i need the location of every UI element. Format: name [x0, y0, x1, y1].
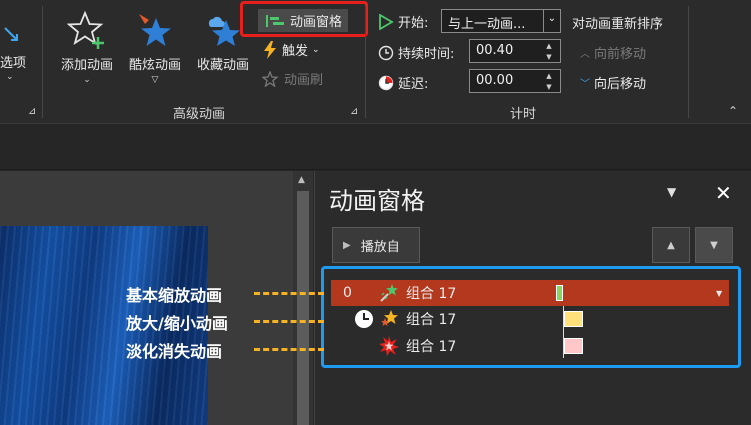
- delay-value: 00.00: [476, 73, 514, 88]
- star-brush-icon: [262, 70, 279, 87]
- triangle-up-icon: ▲: [667, 239, 675, 251]
- move-earlier-button[interactable]: ︿ 向前移动: [580, 43, 646, 62]
- timing-bar[interactable]: [556, 285, 563, 301]
- after-previous-clock-icon: [355, 310, 373, 328]
- cool-animation-label: 酷炫动画: [128, 58, 181, 73]
- dialog-launcher-icon[interactable]: ⊿: [350, 106, 358, 117]
- play-from-label: 播放自: [360, 239, 400, 255]
- animation-item[interactable]: 组合 17: [331, 333, 729, 359]
- star-plus-icon: [66, 10, 104, 49]
- timing-bar[interactable]: [564, 311, 583, 327]
- move-down-button[interactable]: ▼: [695, 227, 733, 263]
- annotation-line: [254, 320, 324, 323]
- add-animation-button[interactable]: 添加动画 ⌄: [52, 10, 122, 85]
- effect-options-label: 选项: [0, 56, 27, 71]
- delay-label: 延迟:: [398, 77, 429, 92]
- grow-shrink-effect-icon: [381, 310, 398, 326]
- item-name: 组合 17: [406, 312, 457, 328]
- animation-painter-label: 动画刷: [284, 73, 324, 88]
- animation-item[interactable]: 组合 17: [331, 306, 729, 332]
- item-dropdown-icon[interactable]: ▼: [716, 289, 722, 298]
- group-separator: [42, 6, 43, 118]
- chevron-down-icon: ⌄: [6, 72, 14, 82]
- annotation-line: [254, 348, 324, 351]
- start-label-row: 开始:: [378, 12, 428, 31]
- pane-title: 动画窗格: [329, 187, 425, 215]
- spin-up-icon[interactable]: ▲: [546, 72, 551, 80]
- chevron-down-icon: ﹀: [580, 79, 590, 90]
- start-select-value: 与上一动画...: [448, 17, 526, 32]
- star-cloud-icon: [208, 16, 240, 46]
- scrollbar-thumb[interactable]: [297, 191, 309, 425]
- chevron-down-icon: ▽: [151, 75, 159, 85]
- start-select[interactable]: 与上一动画...: [441, 9, 544, 33]
- animation-pane-highlight: [240, 1, 368, 37]
- add-animation-label: 添加动画: [60, 58, 113, 73]
- lightning-icon: [264, 40, 276, 59]
- vertical-scrollbar[interactable]: ▲: [293, 171, 313, 425]
- duration-label: 持续时间:: [398, 47, 455, 62]
- item-index: 0: [343, 285, 352, 301]
- duration-spinner[interactable]: ▲ ▼: [540, 40, 558, 62]
- group-separator: [365, 6, 366, 118]
- move-earlier-label: 向前移动: [594, 47, 647, 62]
- spin-up-icon[interactable]: ▲: [546, 42, 551, 50]
- start-label: 开始:: [398, 16, 429, 31]
- item-name: 组合 17: [406, 286, 457, 302]
- timeline-marker: [563, 306, 564, 358]
- move-later-label: 向后移动: [594, 77, 647, 92]
- collapse-ribbon-icon[interactable]: ⌃: [728, 104, 738, 118]
- move-up-button[interactable]: ▲: [652, 227, 690, 263]
- effect-options-button[interactable]: 选项: [0, 52, 26, 71]
- chevron-up-icon: ︿: [580, 49, 590, 60]
- annotation-line: [254, 292, 324, 295]
- animation-pane: 动画窗格 ▼ ✕ ▶ 播放自 ▲ ▼ 0 组合 17 ▼ 组合 17 组合 17: [314, 171, 751, 425]
- play-from-button[interactable]: ▶ 播放自: [332, 227, 420, 263]
- favorite-animation-label: 收藏动画: [196, 58, 249, 73]
- spin-down-icon[interactable]: ▼: [546, 53, 551, 61]
- animation-item[interactable]: 0 组合 17 ▼: [331, 280, 729, 306]
- chevron-down-icon: ⌄: [547, 13, 557, 24]
- trigger-label: 触发: [282, 44, 309, 59]
- spin-down-icon[interactable]: ▼: [546, 83, 551, 91]
- duration-label-row: 持续时间:: [378, 43, 454, 62]
- annotation-zoom-in-out: 放大/缩小动画: [126, 314, 228, 333]
- delay-spinner[interactable]: ▲ ▼: [540, 70, 558, 92]
- start-select-dropdown[interactable]: ⌄: [543, 9, 561, 33]
- cool-animation-button[interactable]: 酷炫动画 ▽: [122, 10, 188, 85]
- delay-clock-icon: [378, 75, 394, 90]
- move-later-button[interactable]: ﹀ 向后移动: [580, 73, 646, 92]
- zoom-effect-icon: [380, 284, 398, 302]
- ribbon: 选项 ⌄ ⊿ 添加动画 ⌄ 酷炫动画 ▽ 收藏动画 动画窗格 触发 ⌄ 动画刷 …: [0, 0, 751, 124]
- close-icon[interactable]: ✕: [715, 181, 732, 205]
- timing-group-label: 计时: [510, 107, 537, 122]
- chevron-down-icon: ⌄: [83, 75, 91, 85]
- trigger-button[interactable]: 触发 ⌄: [262, 40, 320, 59]
- clock-icon: [378, 45, 394, 60]
- scroll-up-icon[interactable]: ▲: [298, 175, 305, 185]
- play-icon: [379, 13, 394, 30]
- reorder-label: 对动画重新排序: [572, 17, 664, 32]
- duration-value: 00.40: [476, 43, 514, 58]
- triangle-down-icon: ▼: [710, 239, 718, 251]
- star-rocket-icon: [139, 14, 171, 46]
- annotation-fade-out: 淡化消失动画: [126, 342, 223, 361]
- group-separator: [688, 6, 689, 118]
- dialog-launcher-icon[interactable]: ⊿: [28, 106, 36, 117]
- delay-label-row: 延迟:: [378, 73, 428, 92]
- chevron-down-icon: ⌄: [312, 44, 320, 55]
- partial-left-icon[interactable]: [3, 26, 19, 42]
- quick-bar: [0, 124, 751, 170]
- pane-options-icon[interactable]: ▼: [667, 185, 676, 199]
- timing-bar[interactable]: [564, 338, 583, 354]
- annotation-basic-zoom: 基本缩放动画: [126, 286, 223, 305]
- fade-exit-effect-icon: [379, 336, 399, 356]
- item-name: 组合 17: [406, 339, 457, 355]
- advanced-animation-group-label: 高级动画: [173, 107, 226, 122]
- play-icon: ▶: [343, 239, 351, 251]
- animation-painter-button[interactable]: 动画刷: [262, 69, 323, 88]
